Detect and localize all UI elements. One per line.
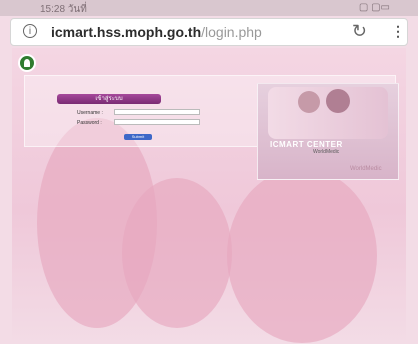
status-icons: ▢ ▢▭: [358, 2, 390, 13]
url-host: icmart.hss.moph.go.th: [51, 24, 202, 40]
login-form: เข้าสู่ระบบ Username : Password : Submit: [41, 88, 206, 153]
reload-icon[interactable]: ↻: [352, 21, 367, 42]
status-time: 15:28 วันที่: [40, 4, 87, 15]
login-panel: เข้าสู่ระบบ Username : Password : Submit…: [24, 75, 399, 180]
promo-brand: WorldMedic: [350, 166, 382, 172]
url-path: /login.php: [201, 24, 262, 40]
password-label: Password :: [77, 120, 102, 126]
web-page: เข้าสู่ระบบ Username : Password : Submit…: [12, 48, 406, 344]
info-circle-icon[interactable]: i: [23, 24, 37, 38]
submit-button[interactable]: Submit: [124, 134, 152, 140]
more-vert-icon[interactable]: ⋮: [391, 23, 405, 40]
family-photo-image: [268, 87, 388, 139]
username-field[interactable]: [114, 109, 200, 115]
site-logo-icon: [18, 54, 36, 72]
background-limb: [122, 178, 232, 328]
address-bar[interactable]: i icmart.hss.moph.go.th/login.php ↻ ⋮: [10, 18, 408, 46]
promo-banner: ICMART CENTER WorldMedic: [257, 83, 399, 180]
background-limb: [227, 168, 377, 343]
promo-title: ICMART CENTER: [270, 140, 343, 149]
status-bar: 15:28 วันที่ ▢ ▢▭: [0, 0, 418, 16]
username-label: Username :: [77, 110, 103, 116]
url-text[interactable]: icmart.hss.moph.go.th/login.php: [51, 24, 262, 40]
password-field[interactable]: [114, 119, 200, 125]
login-header-button[interactable]: เข้าสู่ระบบ: [57, 94, 161, 104]
footer-brand: WorldMedic: [313, 149, 340, 155]
